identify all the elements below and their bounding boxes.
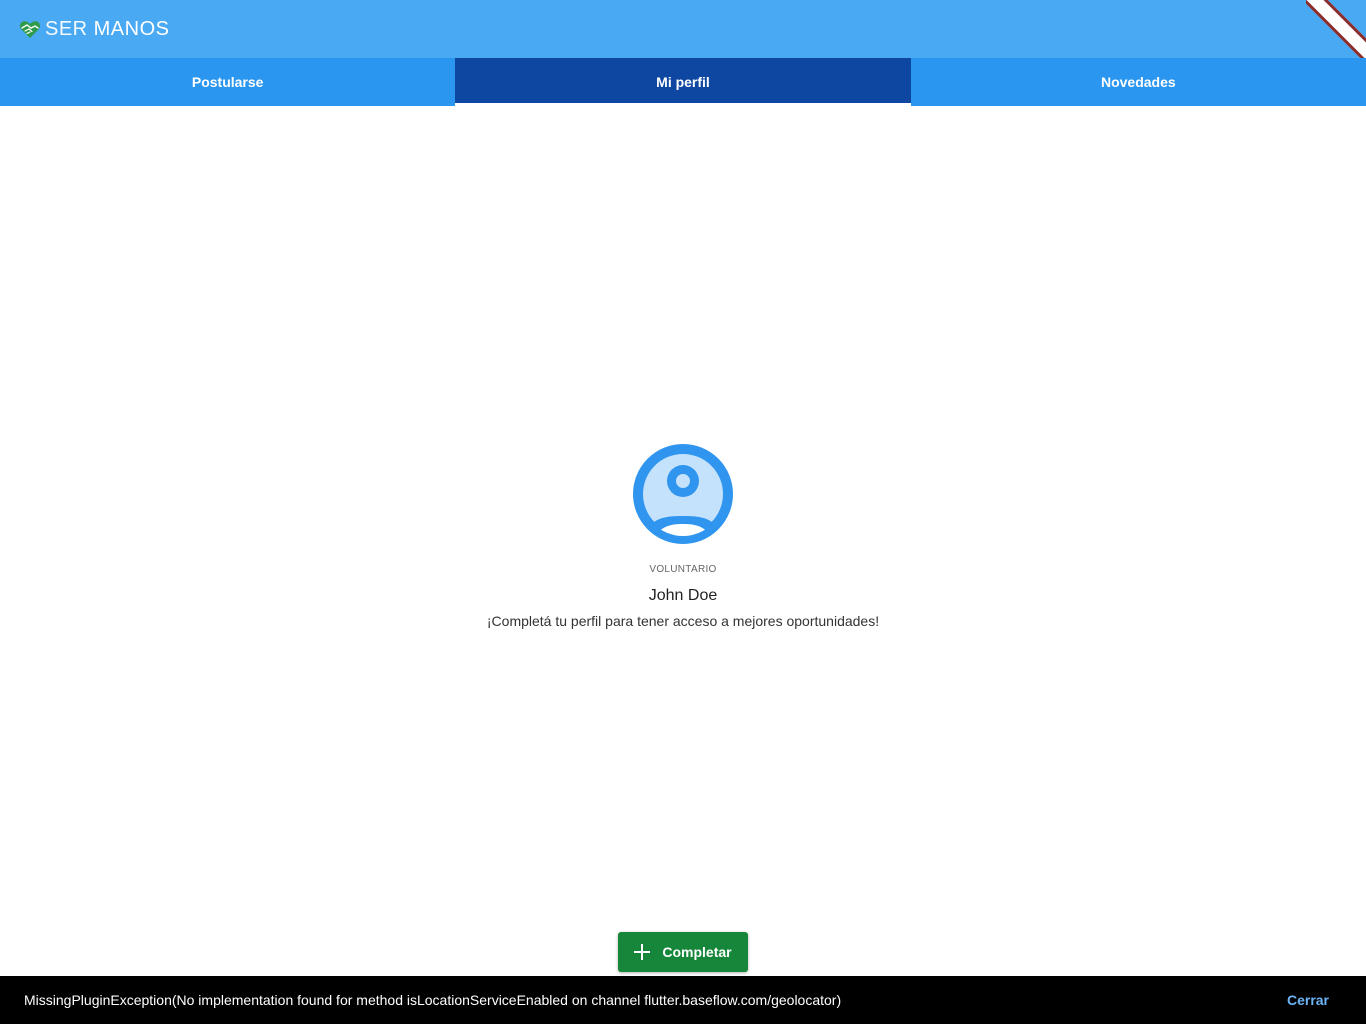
- hands-heart-icon: [20, 21, 40, 38]
- error-snackbar: MissingPluginException(No implementation…: [0, 976, 1366, 1024]
- debug-banner-stripe: [1306, 0, 1366, 60]
- profile-section: VOLUNTARIO John Doe ¡Completá tu perfil …: [0, 444, 1366, 630]
- logo-text-manos: MANOS: [93, 18, 170, 40]
- complete-profile-button[interactable]: Completar: [618, 932, 748, 972]
- complete-button-label: Completar: [662, 944, 732, 960]
- user-name: John Doe: [648, 587, 718, 604]
- tab-label: Novedades: [1100, 74, 1176, 90]
- role-label: VOLUNTARIO: [649, 564, 717, 575]
- debug-banner: [1306, 0, 1366, 60]
- app-logo: SER MANOS: [18, 16, 169, 42]
- tab-mi-perfil[interactable]: Mi perfil: [455, 58, 911, 106]
- tab-label: Postularse: [191, 74, 264, 90]
- app-bar: SER MANOS: [0, 0, 1366, 60]
- app-root: SERMANOS Postularse Mi perfil Novedades: [0, 0, 1366, 1024]
- snackbar-close-button[interactable]: Cerrar: [1287, 992, 1329, 1008]
- logo-text: SER MANOS: [45, 16, 169, 42]
- snackbar-message: MissingPluginException(No implementation…: [24, 992, 842, 1008]
- tab-bar: Postularse Mi perfil Novedades: [0, 58, 1366, 106]
- tab-postularse[interactable]: Postularse: [0, 58, 455, 106]
- account-circle-icon: [633, 444, 733, 544]
- plus-icon: [634, 944, 651, 960]
- tab-novedades[interactable]: Novedades: [911, 58, 1366, 106]
- logo-text-ser: SER: [45, 18, 88, 40]
- profile-message: ¡Completá tu perfil para tener acceso a …: [486, 613, 880, 629]
- tab-label: Mi perfil: [656, 74, 710, 90]
